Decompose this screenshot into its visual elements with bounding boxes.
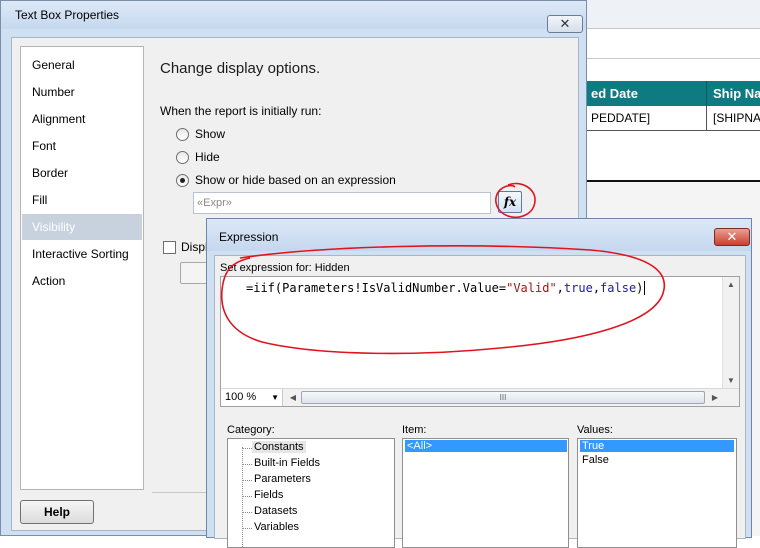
scroll-up-arrow-icon[interactable]: ▲ [723,277,739,293]
code-string-literal: "Valid" [506,281,557,295]
tree-connector [243,512,252,513]
nav-item-interactive-sorting[interactable]: Interactive Sorting [22,241,142,267]
page-heading: Change display options. [160,60,321,77]
radio-hide[interactable] [176,151,189,164]
zoom-value: 100 % [225,391,257,403]
expression-editor[interactable]: =iif(Parameters!IsValidNumber.Value="Val… [220,276,740,407]
category-built-in-fields[interactable]: Built-in Fields [254,457,320,469]
nav-item-border[interactable]: Border [22,160,142,186]
code-true-keyword: true [563,281,593,295]
dialog-title: Text Box Properties [15,8,120,22]
expression-titlebar[interactable]: Expression ✕ [207,219,751,251]
category-constants[interactable]: Constants [252,441,306,453]
display-toggle-checkbox[interactable] [163,241,176,254]
category-label: Category: [227,424,275,436]
code-false-keyword: false [600,281,637,295]
properties-nav-list: General Number Alignment Font Border Fil… [20,46,144,490]
code-comma: , [592,281,601,295]
values-list[interactable]: True False [577,438,737,548]
category-tree[interactable]: Constants Built-in Fields Parameters Fie… [227,438,395,548]
display-toggle-label[interactable]: Displ [181,240,208,254]
values-label: Values: [577,424,613,436]
cell-shipped-date[interactable]: PEDDATE] [585,106,707,131]
code-prefix: =iif(Parameters!IsValidNumber.Value= [246,281,507,295]
expression-code[interactable]: =iif(Parameters!IsValidNumber.Value="Val… [246,281,646,295]
category-variables[interactable]: Variables [254,521,299,533]
expression-dialog: Expression ✕ Set expression for: Hidden … [206,218,752,548]
nav-item-alignment[interactable]: Alignment [22,106,142,132]
nav-item-number[interactable]: Number [22,79,142,105]
close-button[interactable]: ✕ [547,15,583,33]
code-comma: , [556,281,564,295]
tree-connector [243,448,252,449]
designer-divider [585,58,760,59]
expression-client-area: Set expression for: Hidden =iif(Paramete… [214,255,746,548]
designer-top-strip [585,0,760,28]
tree-connector [243,528,252,529]
expression-close-button[interactable]: ✕ [714,228,750,246]
editor-vertical-scrollbar[interactable]: ▲ ▼ [722,277,739,389]
category-fields[interactable]: Fields [254,489,283,501]
header-shipped-date[interactable]: ed Date [585,81,707,106]
initial-run-label: When the report is initially run: [160,104,322,118]
visibility-expression-field[interactable]: «Expr» [193,192,491,214]
zoom-dropdown[interactable]: 100 % ▼ [221,389,283,406]
expression-fx-button[interactable]: fx [498,191,522,213]
radio-hide-label[interactable]: Hide [195,150,220,164]
value-false[interactable]: False [580,454,611,466]
nav-item-general[interactable]: General [22,52,142,78]
help-button[interactable]: Help [20,500,94,524]
category-datasets[interactable]: Datasets [254,505,297,517]
nav-item-font[interactable]: Font [22,133,142,159]
nav-item-fill[interactable]: Fill [22,187,142,213]
dialog-titlebar[interactable]: Text Box Properties ✕ [1,1,586,33]
tree-connector [243,480,252,481]
scroll-down-arrow-icon[interactable]: ▼ [723,373,739,389]
nav-item-visibility[interactable]: Visibility [22,214,142,240]
tree-connector [242,447,243,547]
radio-show-label[interactable]: Show [195,127,225,141]
table-header-row: ed Date Ship Na [585,81,760,106]
zoom-dropdown-arrow-icon[interactable]: ▼ [271,389,279,406]
designer-divider [585,28,760,29]
set-expression-label: Set expression for: Hidden [220,262,350,274]
tree-connector [243,496,252,497]
item-label: Item: [402,424,427,436]
tree-connector [243,464,252,465]
scroll-left-arrow-icon[interactable]: ◀ [285,389,301,406]
scroll-right-arrow-icon[interactable]: ▶ [707,389,723,406]
scroll-grip-icon: III [499,393,507,402]
expression-title: Expression [219,230,279,244]
value-true[interactable]: True [580,440,734,452]
nav-item-action[interactable]: Action [22,268,142,294]
header-ship-name[interactable]: Ship Na [707,81,760,106]
text-caret [644,281,646,295]
radio-show-hide-expression[interactable] [176,174,189,187]
horizontal-scroll-thumb[interactable]: III [301,391,705,404]
editor-bottom-bar: 100 % ▼ ◀ III ▶ [221,388,739,406]
radio-show[interactable] [176,128,189,141]
item-all[interactable]: <All> [405,440,567,452]
item-list[interactable]: <All> [402,438,569,548]
category-parameters[interactable]: Parameters [254,473,311,485]
cell-ship-name[interactable]: [SHIPNA [707,106,760,131]
radio-show-hide-expression-label[interactable]: Show or hide based on an expression [195,173,396,187]
code-suffix: ) [636,281,644,295]
